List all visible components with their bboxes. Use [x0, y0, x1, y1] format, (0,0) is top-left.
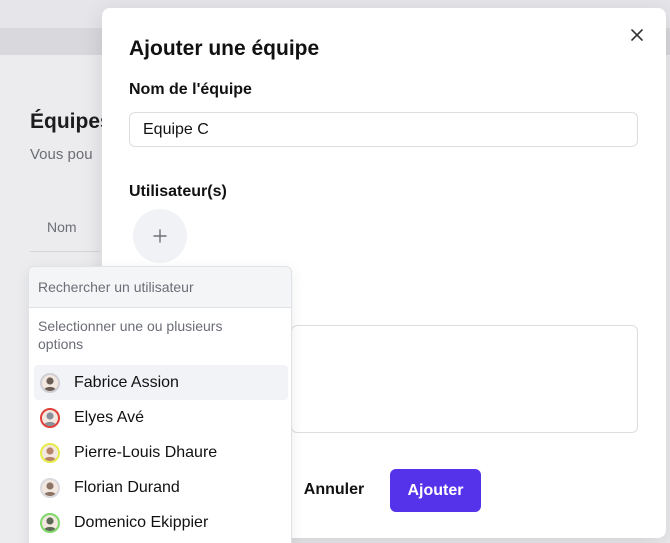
user-search-input[interactable] — [29, 267, 291, 308]
page-title: Équipes — [30, 110, 112, 133]
user-option[interactable]: Pierre-Louis Dhaure — [34, 435, 288, 470]
modal-title: Ajouter une équipe — [129, 37, 320, 60]
user-option-name: Domenico Ekippier — [74, 513, 209, 531]
avatar — [40, 372, 60, 393]
plus-icon — [153, 229, 167, 243]
avatar — [40, 407, 60, 428]
user-select-dropdown: Selectionner une ou plusieurs options Fa… — [28, 266, 292, 543]
user-option-name: Fabrice Assion — [74, 373, 179, 391]
add-user-button[interactable] — [133, 209, 187, 263]
user-option-name: Elyes Avé — [74, 408, 144, 426]
table-column-header-name: Nom — [47, 219, 77, 235]
user-option-name: Florian Durand — [74, 478, 180, 496]
user-option-name: Pierre-Louis Dhaure — [74, 443, 218, 461]
team-name-label: Nom de l'équipe — [129, 81, 252, 98]
description-textarea[interactable] — [291, 325, 638, 433]
avatar — [40, 442, 60, 463]
user-option[interactable]: Florian Durand — [34, 470, 288, 505]
user-options-list: Fabrice Assion Elyes Avé Pierre-Louis Dhau… — [34, 365, 288, 540]
dropdown-hint: Selectionner une ou plusieurs options — [38, 318, 223, 352]
user-option[interactable]: Domenico Ekippier — [34, 505, 288, 540]
close-button[interactable] — [628, 26, 646, 44]
avatar — [40, 477, 60, 498]
user-option[interactable]: Fabrice Assion — [34, 365, 288, 400]
users-label: Utilisateur(s) — [129, 183, 227, 200]
add-team-submit-button[interactable]: Ajouter — [390, 469, 481, 512]
page-subtitle: Vous pou — [30, 146, 93, 163]
close-icon — [631, 29, 643, 41]
team-name-input[interactable] — [129, 112, 638, 147]
user-option[interactable]: Elyes Avé — [34, 400, 288, 435]
table-divider — [30, 251, 100, 252]
avatar — [40, 512, 60, 533]
cancel-button[interactable]: Annuler — [292, 470, 376, 510]
